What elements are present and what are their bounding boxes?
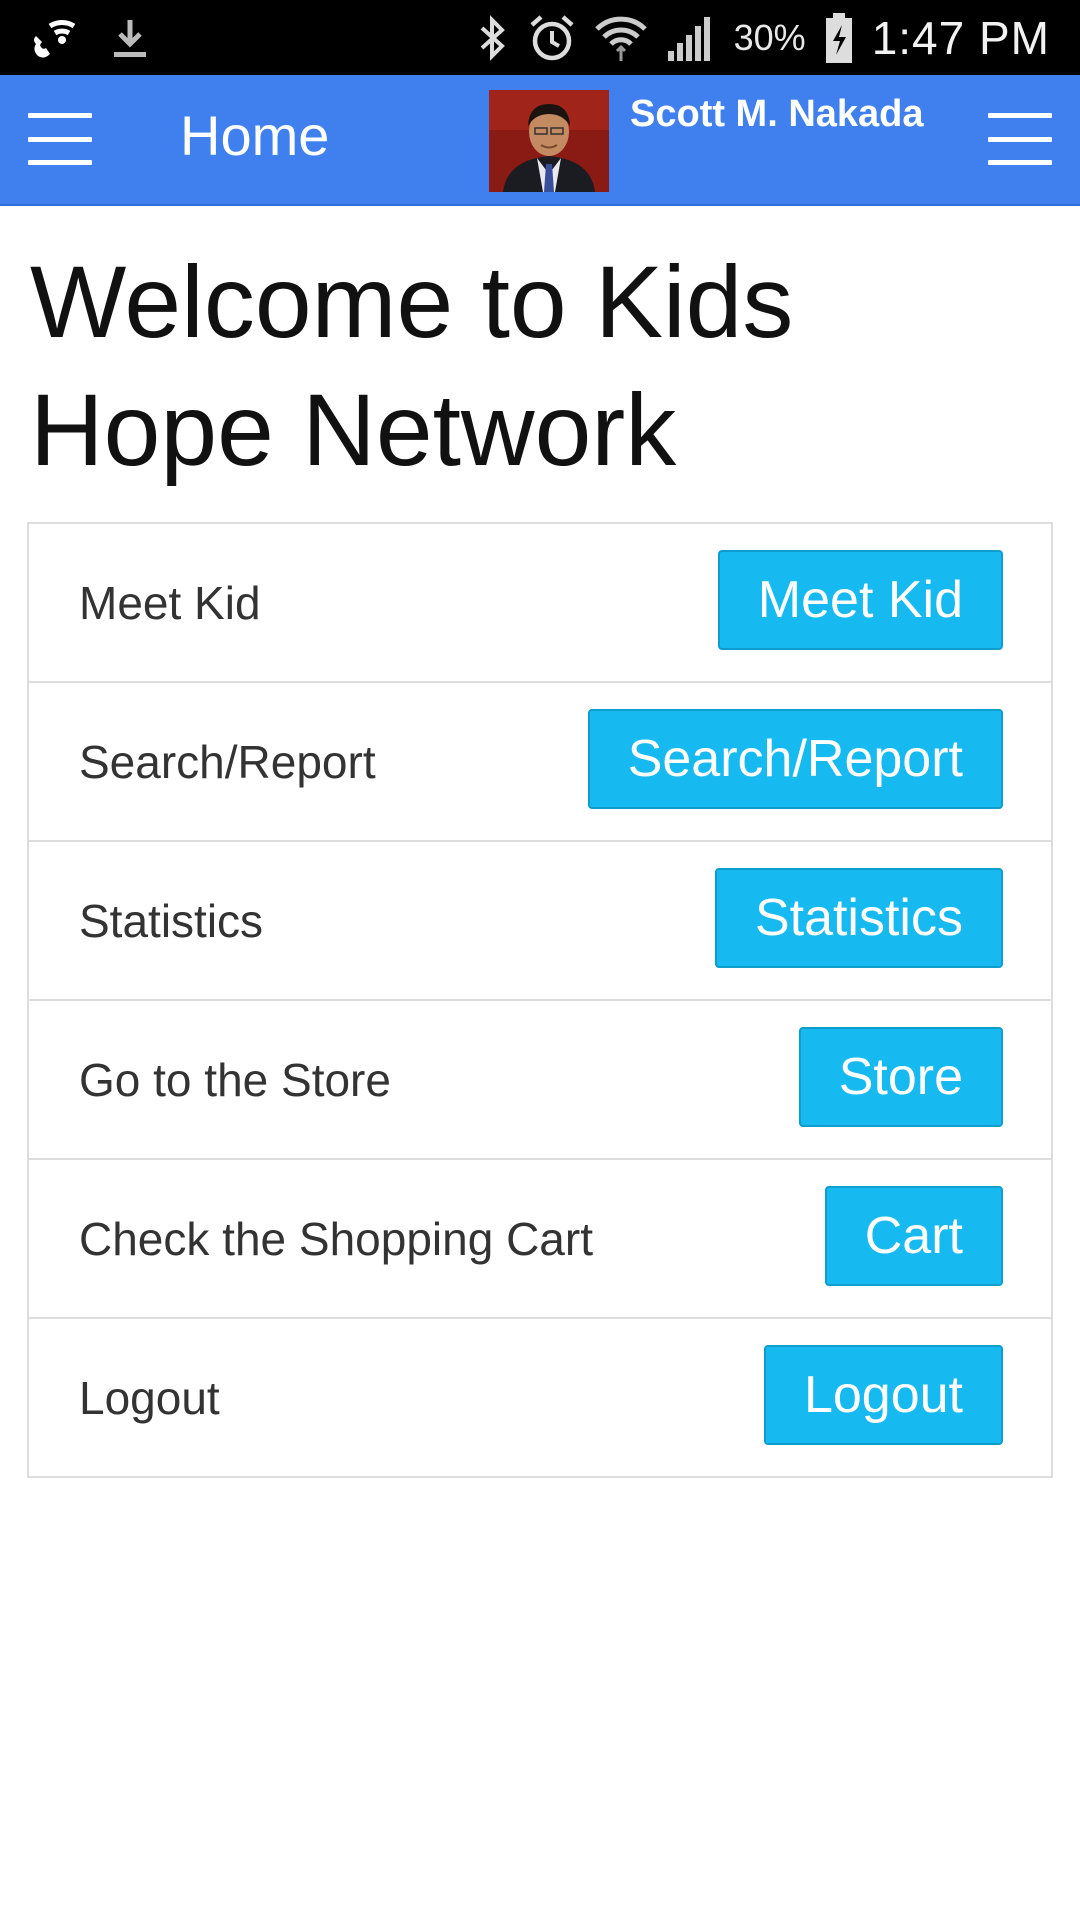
hamburger-icon-bar <box>988 160 1052 165</box>
list-item-statistics: Statistics Statistics <box>29 842 1051 1001</box>
search-report-button[interactable]: Search/Report <box>587 709 1003 809</box>
hamburger-icon-bar <box>988 113 1052 118</box>
bluetooth-icon <box>476 14 510 62</box>
alarm-icon <box>528 13 576 63</box>
wifi-call-icon <box>28 14 80 62</box>
list-item-meet-kid: Meet Kid Meet Kid <box>29 524 1051 683</box>
store-button[interactable]: Store <box>798 1027 1003 1127</box>
app-bar: Home Scott M. Nakada <box>0 75 1080 206</box>
list-item-label: Go to the Store <box>79 1053 391 1106</box>
meet-kid-button[interactable]: Meet Kid <box>717 550 1003 650</box>
list-item-search-report: Search/Report Search/Report <box>29 683 1051 842</box>
list-item-store: Go to the Store Store <box>29 1001 1051 1160</box>
hamburger-icon-bar <box>28 113 92 118</box>
status-bar-left <box>28 10 150 65</box>
status-bar-right: 30% 1:47 PM <box>476 8 1050 68</box>
list-item-label: Logout <box>79 1371 220 1424</box>
battery-percent: 30% <box>733 17 806 58</box>
signal-icon <box>666 13 716 63</box>
cart-button[interactable]: Cart <box>824 1186 1003 1286</box>
list-item-label: Search/Report <box>79 735 376 788</box>
hamburger-icon-bar <box>988 136 1052 142</box>
list-item-label: Meet Kid <box>79 576 261 629</box>
list-item-label: Check the Shopping Cart <box>79 1212 593 1265</box>
page-header-title: Home <box>180 104 330 167</box>
wifi-icon <box>594 13 648 63</box>
hamburger-icon-bar <box>28 136 92 142</box>
hamburger-icon-bar <box>28 160 92 165</box>
list-item-logout: Logout Logout <box>29 1319 1051 1476</box>
user-name[interactable]: Scott M. Nakada <box>630 93 924 136</box>
page-title: Welcome to Kids Hope Network <box>30 245 794 487</box>
action-list: Meet Kid Meet Kid Search/Report Search/R… <box>27 522 1053 1478</box>
avatar[interactable] <box>489 90 609 192</box>
statistics-button[interactable]: Statistics <box>714 868 1003 968</box>
menu-left-button[interactable] <box>28 113 92 165</box>
download-icon <box>110 16 150 60</box>
list-item-cart: Check the Shopping Cart Cart <box>29 1160 1051 1319</box>
menu-right-button[interactable] <box>988 113 1052 165</box>
clock-time: 1:47 PM <box>871 12 1050 64</box>
battery-icon <box>824 11 854 65</box>
logout-button[interactable]: Logout <box>763 1345 1003 1445</box>
status-bar: 30% 1:47 PM <box>0 0 1080 75</box>
list-item-label: Statistics <box>79 894 264 947</box>
